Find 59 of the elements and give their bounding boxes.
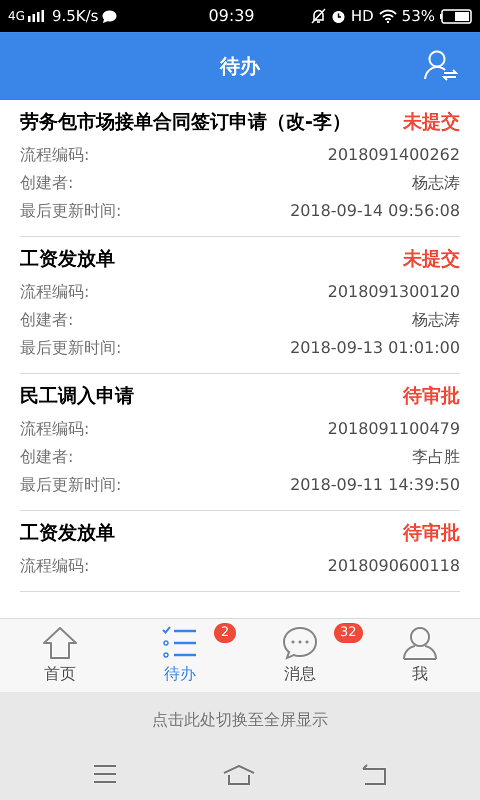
tab[interactable]: 消息 32 [240, 619, 360, 692]
tab-label: 消息 [284, 662, 316, 684]
network-type: 4G [8, 8, 25, 25]
tab-label: 待办 [164, 662, 196, 684]
status-label: 待审批 [403, 521, 460, 546]
person-icon [402, 626, 438, 660]
signal-icon [28, 10, 44, 22]
field-label: 流程编码: [20, 144, 90, 166]
field-label: 创建者: [20, 309, 74, 331]
status-label: 待审批 [403, 384, 460, 409]
switch-user-icon[interactable] [424, 49, 458, 81]
field-value: 2018091300120 [328, 281, 460, 303]
wifi-icon [378, 9, 397, 23]
field-value: 杨志涛 [412, 309, 460, 331]
tab[interactable]: 我 [360, 619, 480, 692]
header-title: 待办 [220, 53, 260, 80]
menu-icon[interactable] [92, 764, 117, 784]
item-title[interactable]: 工资发放单 [20, 518, 115, 548]
field-value: 2018091400262 [328, 144, 460, 166]
field-value: 2018-09-14 09:56:08 [290, 200, 460, 222]
network-speed: 9.5K/s [52, 6, 98, 27]
field-value: 2018091100479 [328, 418, 460, 440]
tab-label: 首页 [44, 662, 76, 684]
item-title[interactable]: 工资发放单 [20, 244, 115, 274]
tab[interactable]: 首页 [0, 619, 120, 692]
field-label: 创建者: [20, 172, 74, 194]
battery-percent: 53% [402, 6, 435, 27]
field-label: 最后更新时间: [20, 337, 122, 359]
field-value: 2018090600118 [328, 555, 460, 577]
field-value: 杨志涛 [412, 172, 460, 194]
battery-icon [440, 8, 472, 24]
chat-bubble-icon [282, 626, 318, 660]
item-title[interactable]: 民工调入申请 [20, 381, 134, 411]
field-label: 流程编码: [20, 281, 90, 303]
clock: 09:39 [208, 5, 255, 27]
field-label: 最后更新时间: [20, 200, 122, 222]
status-label: 未提交 [403, 247, 460, 272]
fullscreen-hint[interactable]: 点击此处切换至全屏显示 [152, 708, 328, 732]
field-value: 2018-09-13 01:01:00 [290, 337, 460, 359]
tab-label: 我 [412, 662, 428, 684]
back-icon[interactable] [361, 764, 388, 786]
tab[interactable]: 待办 2 [120, 619, 240, 692]
field-label: 最后更新时间: [20, 474, 122, 496]
checklist-icon [162, 626, 198, 660]
status-label: 未提交 [403, 110, 460, 135]
alarm-clock-icon [330, 8, 346, 24]
item-title[interactable]: 劳务包市场接单合同签订申请（改-李） [20, 107, 351, 137]
field-value: 2018-09-11 14:39:50 [290, 474, 460, 496]
count-badge: 32 [334, 623, 363, 643]
field-label: 流程编码: [20, 418, 90, 440]
field-value: 李占胜 [412, 446, 460, 468]
field-label: 创建者: [20, 446, 74, 468]
home-icon [42, 626, 78, 660]
home-key-icon[interactable] [222, 764, 256, 786]
muted-bell-icon [310, 8, 326, 24]
field-label: 流程编码: [20, 555, 90, 577]
hd-label: HD [350, 6, 374, 27]
count-badge: 2 [214, 623, 236, 643]
chat-bubble-icon [102, 10, 116, 22]
